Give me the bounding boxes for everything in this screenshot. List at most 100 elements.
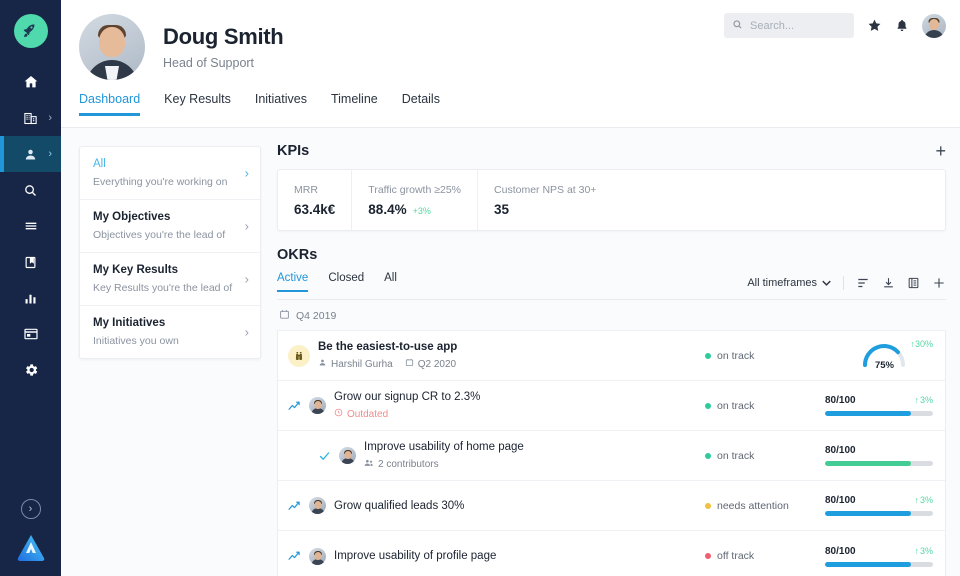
trend-line-icon (288, 500, 301, 512)
gauge-value: 75% (860, 360, 908, 371)
status-badge: needs attention (705, 500, 825, 512)
binoculars-icon (288, 345, 310, 367)
top-bar-actions (724, 13, 946, 38)
add-okr-button[interactable] (932, 276, 946, 290)
person-icon (318, 358, 327, 370)
app-root: › › (0, 0, 960, 576)
chevron-right-icon: › (48, 113, 52, 124)
tab-timeline[interactable]: Timeline (331, 92, 378, 115)
progress-bar (825, 411, 933, 416)
search-input[interactable] (750, 20, 842, 32)
contributors: 2 contributors (364, 458, 439, 470)
people-icon (364, 458, 374, 470)
kpi-card: MRR 63.4k€ Traffic growth ≥25% 88.4% +3% (277, 169, 946, 231)
tab-initiatives[interactable]: Initiatives (255, 92, 307, 115)
search-box[interactable] (724, 13, 854, 38)
progress-delta: ↑3% (914, 395, 933, 405)
avatar[interactable] (922, 14, 946, 38)
status-label: off track (717, 550, 754, 562)
sidebar-item-book[interactable] (0, 244, 61, 280)
progress-bar (825, 511, 933, 516)
status-badge: on track (705, 350, 825, 362)
kpi-traffic-growth[interactable]: Traffic growth ≥25% 88.4% +3% (352, 170, 478, 230)
kpi-customer-nps[interactable]: Customer NPS at 30+ 35 (478, 170, 612, 230)
rocket-icon[interactable] (14, 14, 48, 48)
chevron-down-icon (822, 277, 831, 289)
add-kpi-button[interactable]: + (935, 142, 946, 160)
timeframe-select[interactable]: All timeframes (747, 277, 831, 289)
sort-icon[interactable] (856, 276, 870, 290)
table-row[interactable]: Be the easiest-to-use app Harshil Gurha (278, 331, 945, 381)
tab-key-results[interactable]: Key Results (164, 92, 231, 115)
table-row[interactable]: Improve usability of profile page off tr… (278, 531, 945, 576)
main-tabs: Dashboard Key Results Initiatives Timeli… (61, 92, 960, 128)
progress-value: 80/100 (825, 445, 856, 456)
okr-tab-active[interactable]: Active (277, 272, 308, 291)
star-icon[interactable] (867, 18, 882, 33)
clock-alert-icon (334, 408, 343, 420)
status-dot (705, 453, 711, 459)
gear-icon (23, 362, 39, 378)
table-row[interactable]: Grow qualified leads 30% needs attention… (278, 481, 945, 531)
sidebar-item-people[interactable]: › (0, 136, 61, 172)
tab-dashboard[interactable]: Dashboard (79, 92, 140, 115)
bell-icon[interactable] (895, 18, 909, 33)
filter-subtitle: Key Results you're the lead of (93, 282, 247, 294)
sidebar-item-lists[interactable] (0, 208, 61, 244)
kpi-mrr[interactable]: MRR 63.4k€ (278, 170, 352, 230)
tab-details[interactable]: Details (402, 92, 440, 115)
main-area: Doug Smith Head of Support (61, 0, 960, 576)
triangle-brand-icon[interactable] (16, 533, 46, 566)
okr-column: KPIs + MRR 63.4k€ Traffic growth ≥25% 88… (261, 128, 960, 576)
okr-tab-closed[interactable]: Closed (328, 272, 364, 291)
download-icon[interactable] (882, 276, 895, 290)
progress-gauge: 75% ↑30% (825, 341, 933, 371)
okr-timeframe-label: Q2 2020 (418, 359, 456, 370)
expand-sidebar-icon[interactable]: › (21, 499, 41, 519)
outdated-label: Outdated (347, 409, 388, 420)
bar-chart-icon (23, 291, 38, 306)
sidebar-item-home[interactable] (0, 64, 61, 100)
filter-item-my-key-results[interactable]: My Key Results Key Results you're the le… (80, 253, 260, 306)
calendar-icon (405, 358, 414, 370)
progress-value: 80/100 (825, 495, 856, 506)
sidebar-nav: › › (0, 64, 61, 388)
profile-header: Doug Smith Head of Support (61, 0, 960, 80)
avatar (309, 497, 326, 514)
timeframe-group-label: Q4 2019 (296, 310, 336, 322)
status-dot (705, 553, 711, 559)
progress-bar (825, 562, 933, 567)
filter-title: My Key Results (93, 264, 247, 276)
kpi-value: 88.4% (368, 202, 406, 217)
timeframe-select-label: All timeframes (747, 277, 817, 289)
status-label: needs attention (717, 500, 789, 512)
table-row[interactable]: Improve usability of home page 2 contrib… (278, 431, 945, 481)
sidebar-item-dashboards[interactable] (0, 316, 61, 352)
sidebar-item-analytics[interactable] (0, 280, 61, 316)
chevron-right-icon: › (245, 219, 249, 234)
sidebar-item-organization[interactable]: › (0, 100, 61, 136)
filter-item-my-initiatives[interactable]: My Initiatives Initiatives you own › (80, 306, 260, 358)
search-icon (23, 183, 38, 198)
list-icon (23, 218, 39, 234)
sidebar-item-settings[interactable] (0, 352, 61, 388)
okrs-header: OKRs (277, 247, 946, 263)
kpi-label: MRR (294, 184, 335, 196)
avatar (339, 447, 356, 464)
kpis-header: KPIs + (277, 142, 946, 160)
profile-avatar (79, 14, 145, 80)
okr-tab-all[interactable]: All (384, 272, 397, 291)
panel-icon (23, 326, 39, 342)
kpi-delta: +3% (413, 206, 431, 216)
table-view-icon[interactable] (907, 276, 920, 290)
table-row[interactable]: Grow our signup CR to 2.3% Outdated (278, 381, 945, 431)
sidebar-item-search[interactable] (0, 172, 61, 208)
filter-item-all[interactable]: All Everything you're working on › (80, 147, 260, 200)
sidebar-footer: › (0, 499, 61, 566)
chevron-right-icon: › (48, 149, 52, 160)
gauge-arc: 75% (860, 341, 908, 371)
filter-item-my-objectives[interactable]: My Objectives Objectives you're the lead… (80, 200, 260, 253)
check-icon (318, 450, 331, 462)
search-icon (732, 17, 743, 35)
profile-role: Head of Support (163, 56, 283, 70)
